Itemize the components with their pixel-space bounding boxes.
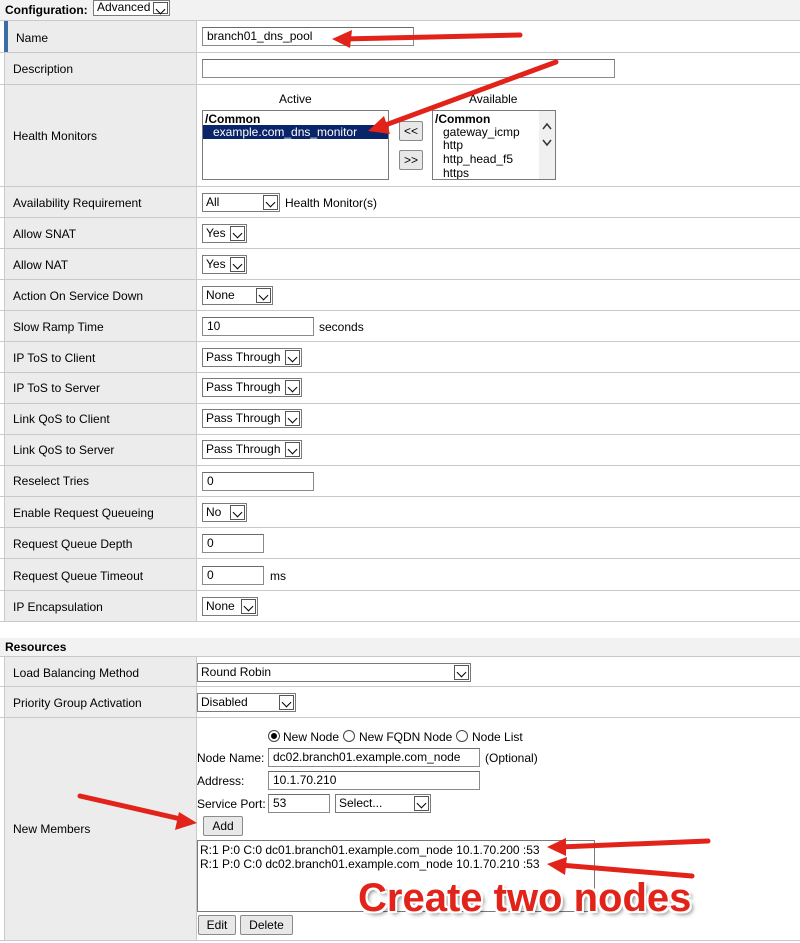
annotation-arrows (77, 30, 711, 879)
arrow-to-monitor-icon (368, 59, 559, 134)
annotation-text: Create two nodes (358, 876, 692, 920)
arrow-to-add-icon (77, 793, 197, 830)
arrow-to-name-icon (332, 30, 523, 48)
arrow-to-member1-icon (547, 838, 711, 856)
arrow-to-member2-icon (547, 857, 695, 879)
